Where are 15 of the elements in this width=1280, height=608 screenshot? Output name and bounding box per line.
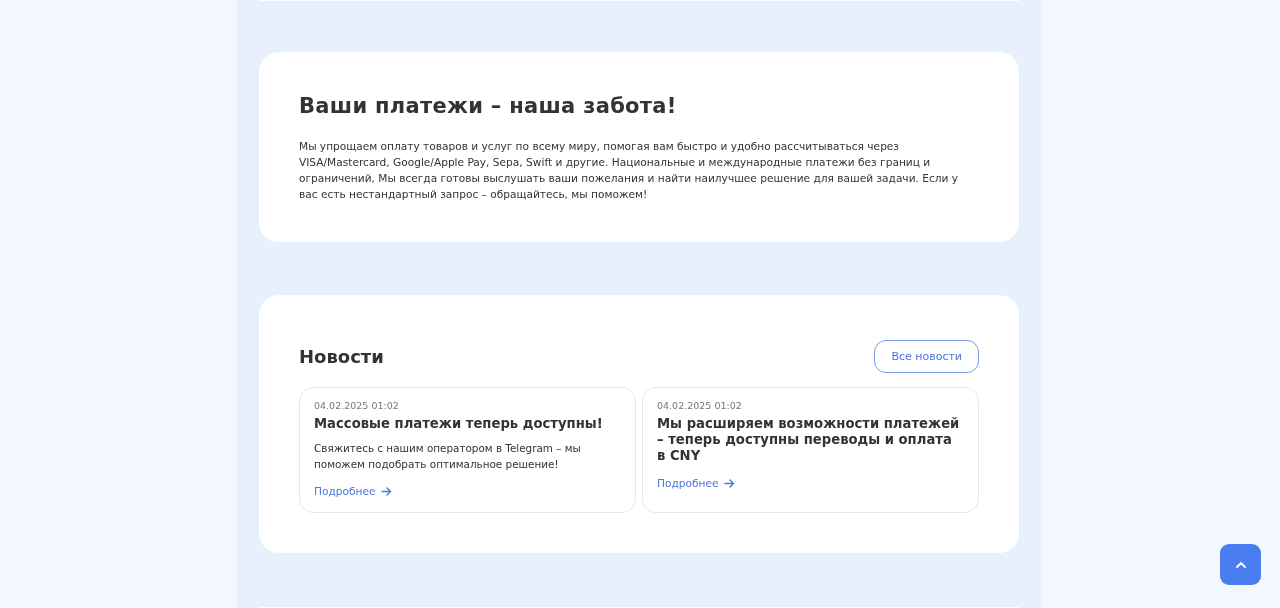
read-more-link[interactable]: Подробнее: [657, 477, 736, 490]
arrow-right-icon: [724, 477, 736, 489]
arrow-right-icon: [381, 485, 393, 497]
section-title: Новости: [299, 346, 384, 368]
read-more-link[interactable]: Подробнее: [314, 485, 393, 498]
news-text: Свяжитесь с нашим оператором в Telegram – мы поможем подобрать оптимальное решение!: [314, 441, 582, 473]
about-paragraph: Мы упрощаем оплату товаров и услуг по всему миру, помогая вам быстро и удобно рассчитываться через VISA/Mastercard, Google/Apple Pay, Sepa, Swift и другие. Национальные и международные платежи без границ и ограничений, Мы всегда готовы выслушать ваши пожелания и найти наилучшее решение для вашей задачи. Если у вас есть нестандартный запрос – обращайтесь, мы поможем!: [299, 139, 960, 203]
chevron-up-icon: [1235, 561, 1246, 568]
section-title: Ваши платежи – наша забота!: [299, 93, 678, 119]
news-date: 04.02.2025 01:02: [657, 400, 743, 412]
all-news-button[interactable]: Все новости: [874, 340, 979, 374]
scroll-to-top-button[interactable]: [1220, 544, 1261, 585]
news-title: Массовые платежи теперь доступны!: [314, 416, 604, 433]
news-title: Мы расширяем возможности платежей – теперь доступны переводы и оплата в CNY: [657, 416, 961, 465]
news-date: 04.02.2025 01:02: [314, 400, 400, 412]
